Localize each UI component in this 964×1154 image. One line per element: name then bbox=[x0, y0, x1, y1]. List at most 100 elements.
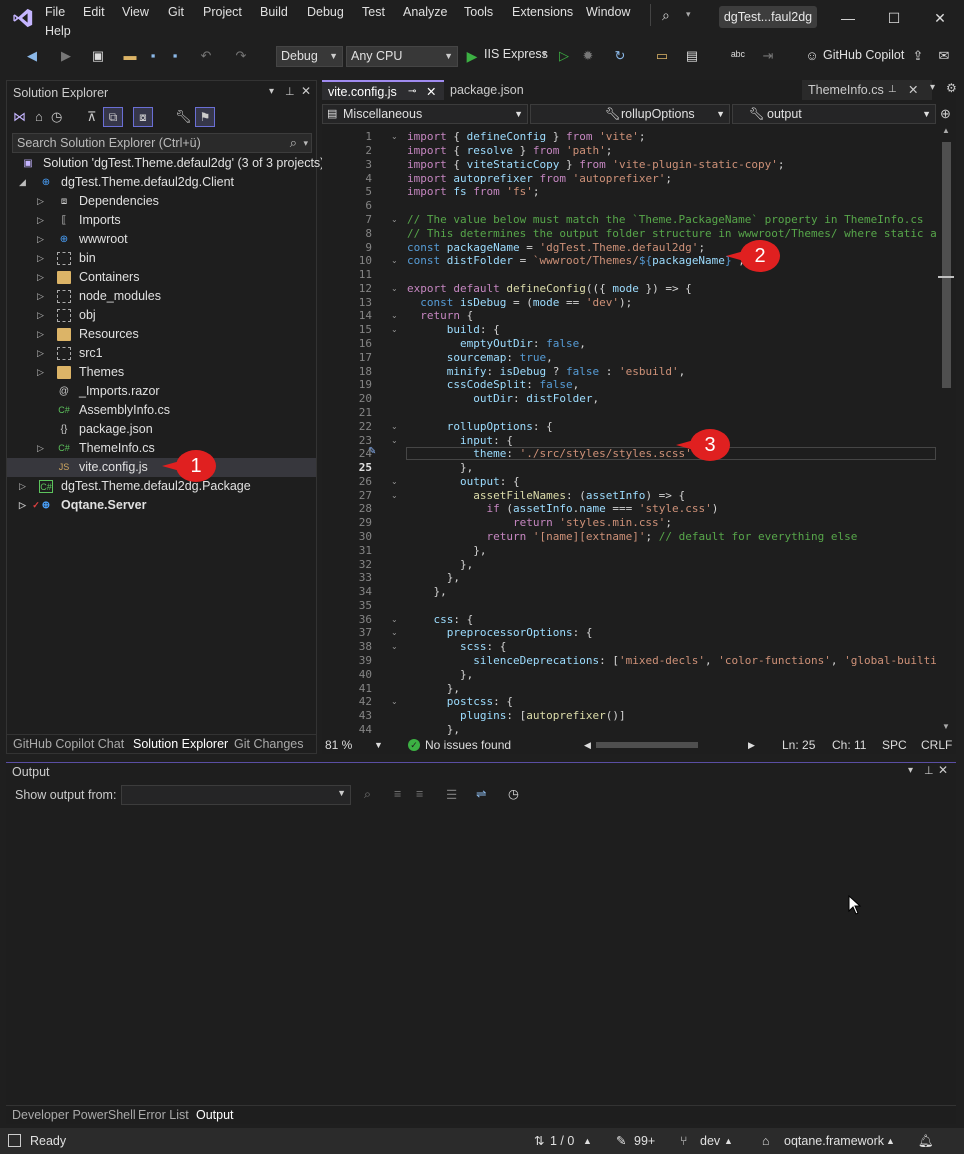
pin-icon[interactable]: ⊥ bbox=[285, 85, 295, 98]
output-source-select[interactable]: ▼ bbox=[121, 785, 351, 805]
redo-icon[interactable]: ↷ bbox=[233, 48, 249, 64]
maximize-icon[interactable]: ☐ bbox=[882, 6, 906, 30]
tree-item-dependencies[interactable]: ▷ ⧈ Dependencies bbox=[7, 192, 316, 211]
fold-toggle-icon[interactable]: ⌄ bbox=[391, 132, 398, 141]
menu-build[interactable]: Build bbox=[260, 5, 288, 19]
tree-item-wwwroot[interactable]: ▷ ⊕ wwwroot bbox=[7, 230, 316, 249]
tree-item-node-modules[interactable]: ▷ node_modules bbox=[7, 287, 316, 306]
forward-icon[interactable]: ▶ bbox=[58, 48, 74, 64]
menu-extensions[interactable]: Extensions bbox=[512, 5, 573, 19]
branch-status[interactable]: dev bbox=[700, 1128, 720, 1154]
tab-themeinfo-cs[interactable]: ThemeInfo.cs ⊥ ✕ bbox=[802, 80, 932, 100]
close-icon[interactable]: ✕ bbox=[928, 6, 952, 30]
close-icon[interactable]: ✕ bbox=[938, 763, 948, 777]
tree-item-package-project[interactable]: ▷ C# dgTest.Theme.defaul2dg.Package bbox=[7, 477, 316, 496]
start-without-debugging-icon[interactable]: ▷ bbox=[556, 48, 572, 64]
tab-git-changes[interactable]: Git Changes bbox=[234, 737, 303, 751]
fold-toggle-icon[interactable]: ⌄ bbox=[391, 311, 398, 320]
collapse-all-icon[interactable]: ⊼ bbox=[87, 109, 97, 125]
github-copilot-button[interactable]: GitHub Copilot bbox=[823, 48, 904, 62]
chevron-down-icon[interactable]: ▾ bbox=[908, 765, 913, 776]
tree-item-obj[interactable]: ▷ obj bbox=[7, 306, 316, 325]
member-nav-select[interactable]: 🔧︎ output ▼ bbox=[732, 104, 936, 124]
repository-status[interactable]: oqtane.framework bbox=[784, 1128, 884, 1154]
issues-status[interactable]: No issues found bbox=[425, 736, 511, 754]
menu-test[interactable]: Test bbox=[362, 5, 385, 19]
show-all-files-icon[interactable]: ⧇ bbox=[133, 107, 153, 127]
fold-toggle-icon[interactable]: ⌄ bbox=[391, 215, 398, 224]
chevron-up-icon[interactable]: ▲ bbox=[583, 1128, 592, 1154]
chevron-up-icon[interactable]: ▲ bbox=[724, 1128, 733, 1154]
share-icon[interactable]: ⇪ bbox=[910, 48, 926, 64]
menu-analyze[interactable]: Analyze bbox=[403, 5, 447, 19]
tree-item-themes[interactable]: ▷ Themes bbox=[7, 363, 316, 382]
menu-tools[interactable]: Tools bbox=[464, 5, 493, 19]
home-icon[interactable]: ⌂ bbox=[35, 109, 43, 124]
column-status[interactable]: Ch: 11 bbox=[832, 736, 866, 754]
zoom-level[interactable]: 81 % bbox=[325, 736, 352, 754]
save-all-icon[interactable]: ▪ bbox=[167, 48, 183, 64]
split-icon[interactable]: ⊕ bbox=[940, 106, 951, 122]
horizontal-scrollbar-thumb[interactable] bbox=[596, 742, 698, 748]
vertical-scrollbar[interactable]: ▲ ▼ bbox=[938, 126, 954, 734]
fold-toggle-icon[interactable]: ⌄ bbox=[391, 642, 398, 651]
tree-item-assemblyinfo[interactable]: C# AssemblyInfo.cs bbox=[7, 401, 316, 420]
menu-git[interactable]: Git bbox=[168, 5, 184, 19]
new-project-icon[interactable]: ▣ bbox=[90, 48, 106, 64]
pencil-icon[interactable]: ✎ bbox=[616, 1128, 626, 1154]
tab-vite-config-js[interactable]: vite.config.js ⊸ ✕ bbox=[322, 80, 444, 100]
fold-toggle-icon[interactable]: ⌄ bbox=[391, 256, 398, 265]
pin-icon[interactable]: ⊥ bbox=[924, 764, 934, 777]
pin-icon[interactable]: ⊥ bbox=[888, 80, 897, 100]
line-number-status[interactable]: Ln: 25 bbox=[782, 736, 815, 754]
project-nav-select[interactable]: ▤ Miscellaneous ▼ bbox=[322, 104, 528, 124]
pin-icon[interactable]: ⊸ bbox=[408, 82, 416, 102]
menu-window[interactable]: Window bbox=[586, 5, 630, 19]
copilot-icon[interactable]: ☺ bbox=[804, 48, 820, 64]
minimize-icon[interactable]: — bbox=[836, 6, 860, 30]
code-area[interactable]: ✎ 1 ⌄ 2 3 4 5 6 7 ⌄ 8 9 10 ⌄ 11 12 ⌄ 13 14 ⌄ 15 ⌄ 16 17 18 19 20 2… bbox=[322, 124, 936, 736]
chevron-down-icon[interactable]: ▼ bbox=[942, 722, 950, 731]
layout-icon[interactable]: ▤ bbox=[684, 48, 700, 64]
chevron-down-icon[interactable]: ▾ bbox=[269, 86, 274, 97]
run-target-label[interactable]: IIS Express bbox=[484, 47, 548, 61]
push-pull-status[interactable]: 1 / 0 bbox=[550, 1128, 574, 1154]
menu-file[interactable]: File bbox=[45, 5, 65, 19]
tab-output[interactable]: Output bbox=[196, 1108, 234, 1122]
tree-item-resources[interactable]: ▷ Resources bbox=[7, 325, 316, 344]
gear-icon[interactable]: ⚙ bbox=[946, 81, 957, 95]
spell-check-icon[interactable]: ᵃᵇᶜ bbox=[730, 48, 746, 64]
fold-toggle-icon[interactable]: ⌄ bbox=[391, 436, 398, 445]
updown-arrows-icon[interactable]: ⇅ bbox=[534, 1128, 544, 1154]
search-icon[interactable]: ⌕ bbox=[662, 7, 670, 24]
notifications-icon[interactable]: 🔔︎ bbox=[918, 1128, 934, 1154]
close-icon[interactable]: ✕ bbox=[908, 80, 918, 100]
branch-icon[interactable]: ⑂ bbox=[680, 1128, 688, 1154]
chevron-right-icon[interactable]: ▶ bbox=[748, 736, 755, 754]
tab-error-list[interactable]: Error List bbox=[138, 1108, 189, 1122]
menu-project[interactable]: Project bbox=[203, 5, 242, 19]
next-message-icon[interactable]: ≡ bbox=[416, 787, 423, 801]
close-icon[interactable]: ✕ bbox=[426, 82, 436, 102]
tree-item-src1[interactable]: ▷ src1 bbox=[7, 344, 316, 363]
preview-icon[interactable]: ⚑ bbox=[195, 107, 215, 127]
vs-icon[interactable]: ⋈ bbox=[13, 109, 26, 125]
chevron-down-icon[interactable]: ▼ bbox=[374, 736, 383, 754]
scope-nav-select[interactable]: 🔧︎ rollupOptions ▼ bbox=[530, 104, 730, 124]
tree-item-imports-razor[interactable]: @ _Imports.razor bbox=[7, 382, 316, 401]
line-ending-status[interactable]: CRLF bbox=[921, 736, 952, 754]
tree-item-client-project[interactable]: ◢ ⊕ dgTest.Theme.defaul2dg.Client bbox=[7, 173, 316, 192]
tree-item-package-json[interactable]: {} package.json bbox=[7, 420, 316, 439]
tree-item-themeinfo[interactable]: ▷ C# ThemeInfo.cs bbox=[7, 439, 316, 458]
changes-status[interactable]: 99+ bbox=[634, 1128, 655, 1154]
chevron-down-icon[interactable]: ▾ bbox=[686, 9, 691, 20]
solution-explorer-search-input[interactable]: Search Solution Explorer (Ctrl+ü) ⌕ ▾ bbox=[12, 133, 312, 153]
chevron-down-icon[interactable]: ▾ bbox=[930, 82, 935, 93]
scrollbar-thumb[interactable] bbox=[942, 142, 951, 388]
fold-toggle-icon[interactable]: ⌄ bbox=[391, 284, 398, 293]
clear-all-icon[interactable]: ☰ bbox=[446, 787, 457, 802]
sync-icon[interactable]: ⧉ bbox=[103, 107, 123, 127]
clock-icon[interactable]: ◷ bbox=[508, 786, 519, 801]
chevron-left-icon[interactable]: ◀ bbox=[584, 736, 591, 754]
tree-item-imports[interactable]: ▷ ⟦ Imports bbox=[7, 211, 316, 230]
